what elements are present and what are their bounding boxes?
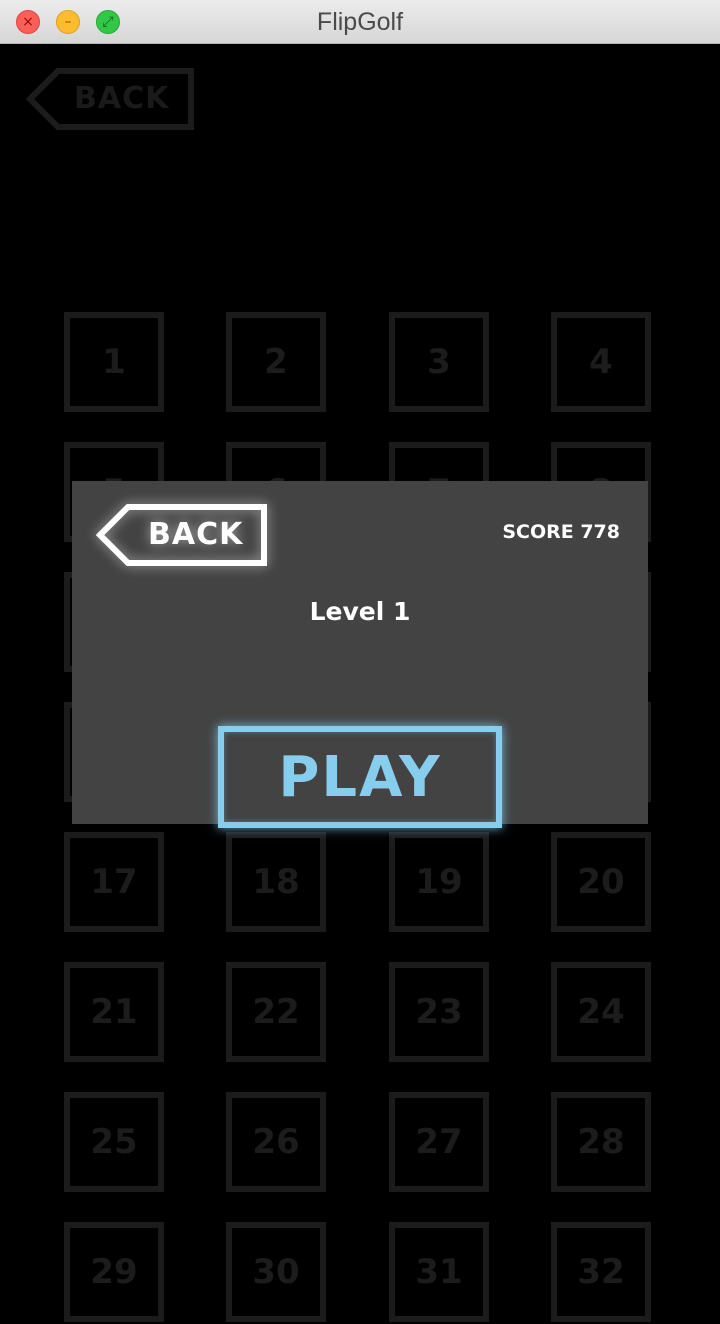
play-button[interactable]: PLAY xyxy=(218,726,502,828)
level-tile-3[interactable]: 3 xyxy=(389,312,489,412)
level-tile-27[interactable]: 27 xyxy=(389,1092,489,1192)
title-bar: × – ⤢ FlipGolf xyxy=(0,0,720,44)
modal-back-label: BACK xyxy=(148,517,244,552)
level-number: 31 xyxy=(415,1252,463,1292)
level-tile-1[interactable]: 1 xyxy=(64,312,164,412)
level-tile-31[interactable]: 31 xyxy=(389,1222,489,1322)
level-tile-22[interactable]: 22 xyxy=(226,962,326,1062)
score-label: SCORE 778 xyxy=(502,521,620,543)
level-tile-28[interactable]: 28 xyxy=(551,1092,651,1192)
level-number: 2 xyxy=(264,342,288,382)
level-tile-19[interactable]: 19 xyxy=(389,832,489,932)
level-tile-20[interactable]: 20 xyxy=(551,832,651,932)
level-number: 28 xyxy=(577,1122,625,1162)
level-tile-23[interactable]: 23 xyxy=(389,962,489,1062)
level-tile-2[interactable]: 2 xyxy=(226,312,326,412)
level-title: Level 1 xyxy=(309,597,411,626)
level-tile-17[interactable]: 17 xyxy=(64,832,164,932)
level-number: 26 xyxy=(252,1122,300,1162)
level-tile-32[interactable]: 32 xyxy=(551,1222,651,1322)
level-tile-18[interactable]: 18 xyxy=(226,832,326,932)
level-number: 29 xyxy=(90,1252,138,1292)
level-modal: BACK SCORE 778 Level 1 PLAY xyxy=(72,481,648,828)
level-number: 27 xyxy=(415,1122,463,1162)
level-number: 1 xyxy=(102,342,126,382)
window-title: FlipGolf xyxy=(316,8,404,36)
level-number: 4 xyxy=(589,342,613,382)
level-tile-26[interactable]: 26 xyxy=(226,1092,326,1192)
level-tile-29[interactable]: 29 xyxy=(64,1222,164,1322)
background-back-label: BACK xyxy=(74,81,170,116)
level-number: 23 xyxy=(415,992,463,1032)
level-number: 17 xyxy=(90,862,138,902)
level-tile-30[interactable]: 30 xyxy=(226,1222,326,1322)
level-tile-24[interactable]: 24 xyxy=(551,962,651,1062)
level-number: 24 xyxy=(577,992,625,1032)
level-tile-25[interactable]: 25 xyxy=(64,1092,164,1192)
level-number: 20 xyxy=(577,862,625,902)
level-number: 30 xyxy=(252,1252,300,1292)
game-area: BACK 12345678910111213141516171819202122… xyxy=(0,44,720,1324)
app-window: × – ⤢ FlipGolf BACK 12345678910111213141… xyxy=(0,0,720,1324)
modal-back-button[interactable]: BACK xyxy=(94,503,268,567)
level-number: 19 xyxy=(415,862,463,902)
level-number: 21 xyxy=(90,992,138,1032)
level-number: 25 xyxy=(90,1122,138,1162)
level-number: 32 xyxy=(577,1252,625,1292)
level-tile-4[interactable]: 4 xyxy=(551,312,651,412)
level-tile-21[interactable]: 21 xyxy=(64,962,164,1062)
level-number: 18 xyxy=(252,862,300,902)
level-number: 22 xyxy=(252,992,300,1032)
background-back-button: BACK xyxy=(26,68,194,130)
level-number: 3 xyxy=(427,342,451,382)
